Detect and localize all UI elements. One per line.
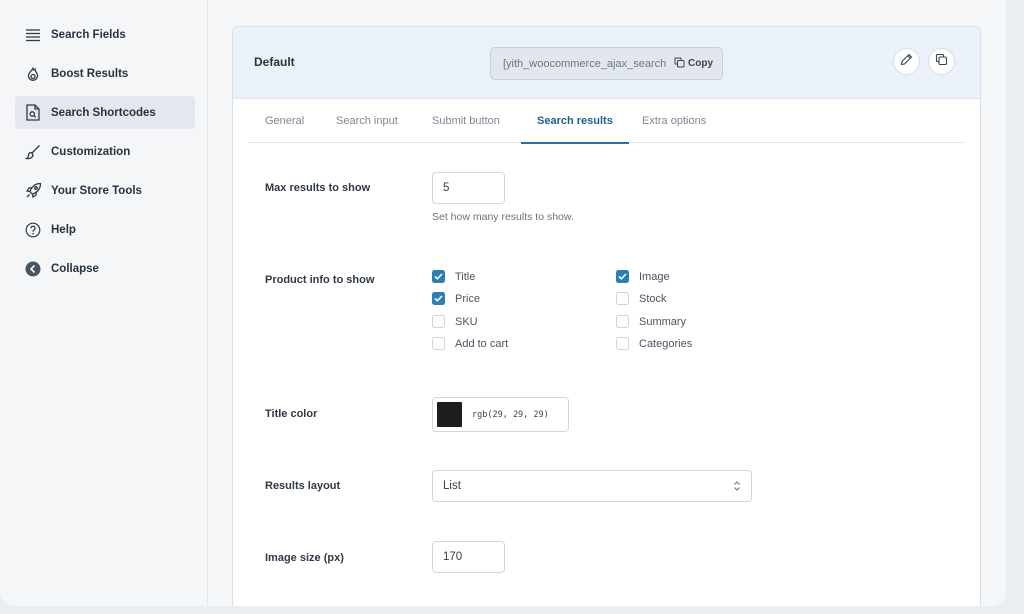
panel-title: Default [254, 55, 295, 69]
max-results-label: Max results to show [265, 182, 371, 194]
checkbox-label: Image [639, 270, 670, 283]
tab-extra-options[interactable]: Extra options [626, 99, 722, 143]
checkbox-label: Title [455, 270, 476, 283]
checkbox-label: Price [455, 292, 481, 305]
sidebar-item-search-shortcodes[interactable]: Search Shortcodes [15, 96, 195, 129]
duplicate-button[interactable] [928, 48, 955, 75]
checkbox-sku[interactable]: SKU [432, 315, 478, 328]
sidebar-item-search-fields[interactable]: Search Fields [15, 18, 195, 51]
sidebar-item-label: Help [51, 223, 76, 236]
product-info-label: Product info to show [265, 274, 375, 286]
sidebar-item-label: Search Fields [51, 28, 126, 41]
title-color-label: Title color [265, 408, 318, 420]
checkbox-label: SKU [455, 315, 478, 328]
sidebar-item-label: Search Shortcodes [51, 106, 156, 119]
checkbox-label: Add to cart [455, 337, 509, 350]
checkbox-unchecked [432, 337, 445, 350]
checkbox-categories[interactable]: Categories [616, 337, 692, 350]
checkbox-checked-icon [432, 270, 445, 283]
tab-submit-button[interactable]: Submit button [416, 99, 516, 143]
rocket-icon [23, 181, 43, 201]
sidebar-item-label: Customization [51, 145, 131, 158]
checkbox-add-to-cart[interactable]: Add to cart [432, 337, 508, 350]
image-size-input[interactable]: 170 [432, 541, 505, 573]
checkbox-summary[interactable]: Summary [616, 315, 686, 328]
edit-button[interactable] [893, 48, 920, 75]
sidebar-item-label: Boost Results [51, 67, 129, 80]
checkbox-label: Summary [639, 315, 687, 328]
checkbox-unchecked [616, 337, 629, 350]
app-frame: Search Fields Boost Results Search Short… [0, 0, 1006, 606]
list-icon [23, 25, 43, 45]
select-value: List [443, 480, 461, 492]
tab-bar: General Search input Submit button Searc… [249, 99, 965, 144]
checkbox-unchecked [616, 315, 629, 328]
copy-button[interactable]: Copy [674, 57, 713, 71]
checkbox-stock[interactable]: Stock [616, 292, 667, 305]
tab-general[interactable]: General [249, 99, 320, 143]
sidebar-item-boost-results[interactable]: Boost Results [15, 57, 195, 90]
checkbox-checked-icon [616, 270, 629, 283]
checkbox-unchecked [432, 315, 445, 328]
copy-label: Copy [688, 58, 713, 69]
main-content: Default [yith_woocommerce_ajax_search Co… [208, 0, 1006, 606]
checkbox-title[interactable]: Title [432, 270, 475, 283]
sidebar-item-label: Your Store Tools [51, 184, 142, 197]
sidebar-item-customization[interactable]: Customization [15, 135, 195, 168]
checkbox-image[interactable]: Image [616, 270, 670, 283]
image-size-label: Image size (px) [265, 552, 344, 564]
tab-search-results[interactable]: Search results [521, 99, 629, 144]
sidebar: Search Fields Boost Results Search Short… [0, 0, 208, 606]
shortcode-field[interactable]: [yith_woocommerce_ajax_search Copy [490, 47, 723, 80]
shortcode-panel: Default [yith_woocommerce_ajax_search Co… [232, 26, 981, 606]
color-value: rgb(29, 29, 29) [472, 409, 549, 420]
title-color-picker[interactable]: rgb(29, 29, 29) [432, 397, 569, 432]
sidebar-item-help[interactable]: Help [15, 213, 195, 246]
checkbox-label: Stock [639, 292, 667, 305]
window-gutter [1006, 0, 1024, 614]
copy-icon [674, 57, 685, 71]
collapse-arrow-icon [23, 259, 43, 279]
panel-header: Default [yith_woocommerce_ajax_search Co… [233, 27, 980, 99]
checkbox-unchecked [616, 292, 629, 305]
brush-icon [23, 142, 43, 162]
flame-icon [23, 64, 43, 84]
tab-search-input[interactable]: Search input [320, 99, 414, 143]
checkbox-label: Categories [639, 337, 693, 350]
shortcode-text: [yith_woocommerce_ajax_search [503, 57, 667, 70]
results-layout-label: Results layout [265, 480, 341, 492]
max-results-input[interactable]: 5 [432, 172, 505, 204]
color-swatch [437, 402, 462, 427]
pencil-icon [900, 53, 913, 71]
duplicate-icon [935, 53, 948, 71]
select-arrows-icon [733, 480, 741, 492]
sidebar-collapse-button[interactable]: Collapse [15, 252, 195, 285]
checkbox-price[interactable]: Price [432, 292, 480, 305]
results-layout-select[interactable]: List [432, 470, 752, 502]
sidebar-item-your-store-tools[interactable]: Your Store Tools [15, 174, 195, 207]
file-search-icon [23, 103, 43, 123]
sidebar-item-label: Collapse [51, 262, 99, 275]
max-results-help: Set how many results to show. [432, 211, 574, 223]
checkbox-checked-icon [432, 292, 445, 305]
help-circle-icon [23, 220, 43, 240]
